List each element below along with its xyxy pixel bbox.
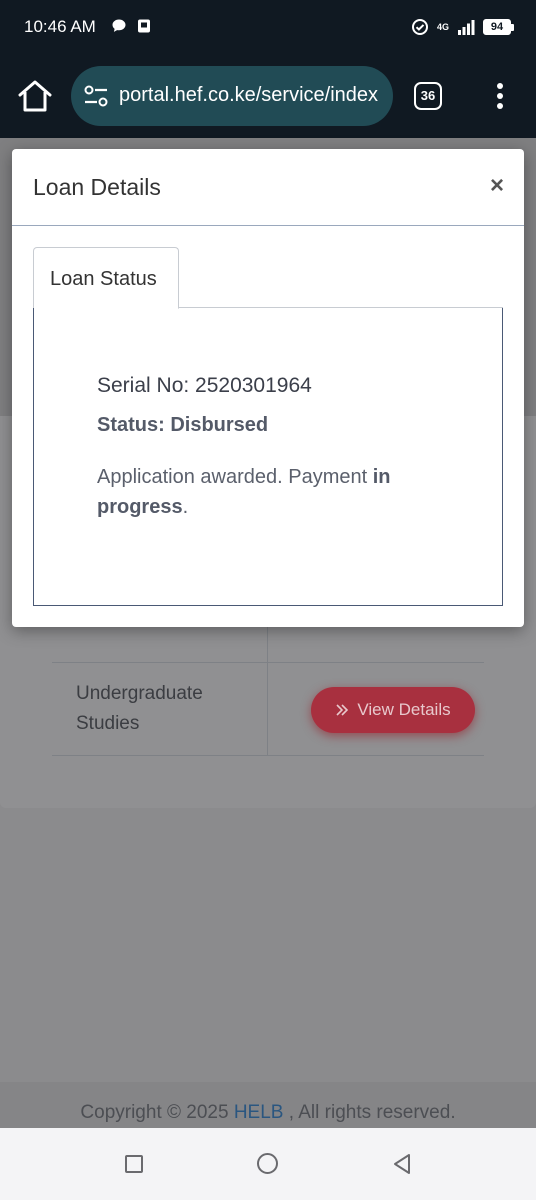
tab-switcher-button[interactable]: 36 [414,82,442,110]
app-notification-icon [138,19,150,33]
helb-link[interactable]: HELB [234,1102,284,1123]
copyright-text: Copyright © 2025 HELB , All rights reser… [0,1102,536,1124]
loan-status: Status: Disbursed [97,414,269,436]
loan-name-line: Studies [76,713,140,734]
loan-name-cell: Undergraduate Studies [52,663,268,755]
view-details-button[interactable]: View Details [311,687,475,733]
modal-title: Loan Details [33,174,161,200]
modal-header: Loan Details × [12,149,524,226]
network-type: 4G [436,21,449,32]
back-icon[interactable] [392,1152,412,1176]
loan-details-modal: Loan Details × Loan Status Serial No: 25… [12,149,524,627]
system-navigation-bar [0,1128,536,1200]
view-details-label: View Details [357,700,451,719]
status-time: 10:46 AM [24,17,96,36]
browser-toolbar: portal.hef.co.ke/service/index 36 [0,54,536,138]
recent-apps-icon[interactable] [125,1155,143,1173]
double-chevron-right-icon [336,704,349,716]
battery-level: 94 [483,19,511,35]
message-prefix: Application awarded. Payment [97,466,373,488]
tab-loan-status[interactable]: Loan Status [33,247,179,309]
copyright-suffix: , All rights reserved. [283,1102,456,1123]
address-bar[interactable]: portal.hef.co.ke/service/index [71,66,393,126]
status-bar: 10:46 AM 4G 94 [0,0,536,54]
url-text[interactable]: portal.hef.co.ke/service/index [119,84,378,107]
home-nav-icon[interactable] [257,1153,278,1174]
loan-status-panel: Serial No: 2520301964 Status: Disbursed … [33,308,503,606]
loan-name-line: Undergraduate [76,683,203,704]
message-suffix: . [182,496,189,518]
status-indicators: 4G 94 [411,14,514,40]
close-icon[interactable]: × [490,174,504,198]
chat-notification-icon [112,19,126,32]
modal-tabs: Loan Status [33,247,503,309]
battery-icon: 94 [483,19,514,35]
data-saver-icon [411,19,428,35]
serial-number: Serial No: 2520301964 [97,374,312,397]
copyright-prefix: Copyright © 2025 [80,1102,234,1123]
site-settings-icon[interactable] [83,84,109,108]
table-row: Undergraduate Studies View Details [52,663,484,756]
more-options-icon[interactable] [488,81,512,111]
home-icon[interactable] [16,78,54,114]
page-footer: Copyright © 2025 HELB , All rights reser… [0,1082,536,1128]
status-message: Application awarded. Payment in progress… [97,462,457,522]
tab-label: Loan Status [50,268,157,290]
signal-icon [458,20,475,35]
